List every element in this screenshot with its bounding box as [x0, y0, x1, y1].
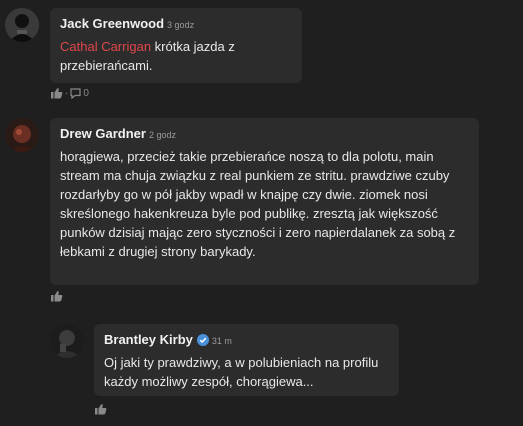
avatar-jack-greenwood[interactable]: [5, 8, 39, 42]
comment-time[interactable]: 3 godz: [167, 20, 194, 30]
comment-time[interactable]: 31 m: [212, 336, 232, 346]
like-icon[interactable]: [50, 290, 63, 302]
comment-icon[interactable]: [70, 87, 81, 99]
reply-count: 0: [83, 87, 89, 99]
comment-text: Oj jaki ty prawdziwy, a w polubieniach n…: [104, 355, 379, 389]
comment-bubble: Jack Greenwood 3 godz Cathal Carrigan kró…: [50, 8, 302, 83]
comment-text: horągiewa, przecież takie przebierańce n…: [60, 149, 456, 259]
comment-author[interactable]: Jack Greenwood: [60, 16, 164, 31]
comment-actions: · 0: [50, 87, 89, 99]
like-icon[interactable]: [50, 87, 63, 99]
comment-actions: [94, 403, 107, 415]
comment-author[interactable]: Brantley Kirby: [104, 332, 193, 347]
like-icon[interactable]: [94, 403, 107, 415]
comment-bubble: Brantley Kirby 31 m Oj jaki ty prawdziwy,…: [94, 324, 399, 396]
separator: ·: [65, 87, 69, 99]
comment-text: Cathal Carrigan krótka jazda z przebiera…: [60, 39, 235, 73]
comment-bubble: Drew Gardner 2 godz horągiewa, przecież t…: [50, 118, 479, 285]
mention-link[interactable]: Cathal Carrigan: [60, 39, 151, 54]
comment-author[interactable]: Drew Gardner: [60, 126, 146, 141]
avatar-brantley-kirby[interactable]: [50, 324, 84, 358]
verified-badge-icon: [196, 334, 209, 346]
comment-time[interactable]: 2 godz: [149, 130, 176, 140]
avatar-drew-gardner[interactable]: [5, 118, 39, 152]
comment-actions: [50, 290, 63, 302]
